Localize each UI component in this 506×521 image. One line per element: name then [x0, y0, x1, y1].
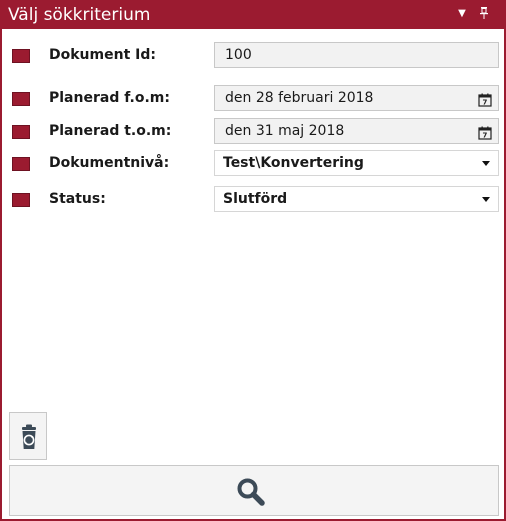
date-value: den 28 februari 2018 — [225, 90, 374, 106]
criterion-toggle[interactable] — [12, 125, 30, 139]
recycle-bin-icon — [22, 424, 36, 449]
criterion-row-document-id: Dokument Id: 100 — [2, 40, 504, 70]
svg-text:7: 7 — [483, 99, 488, 107]
criterion-label: Status: — [49, 191, 106, 207]
svg-text:7: 7 — [483, 132, 488, 140]
criterion-row-planned-from: Planerad f.o.m: den 28 februari 2018 7 — [2, 83, 504, 113]
search-button[interactable] — [9, 465, 499, 516]
chevron-down-icon[interactable]: ▼ — [455, 7, 469, 21]
criterion-toggle[interactable] — [12, 49, 30, 63]
pin-icon[interactable] — [477, 7, 491, 21]
criterion-label: Dokumentnivå: — [49, 155, 170, 171]
criterion-row-planned-to: Planerad t.o.m: den 31 maj 2018 7 — [2, 116, 504, 146]
chevron-down-icon — [482, 197, 490, 202]
criterion-toggle[interactable] — [12, 92, 30, 106]
document-id-input[interactable]: 100 — [214, 42, 499, 68]
planned-to-date-field[interactable]: den 31 maj 2018 7 — [214, 118, 499, 144]
calendar-icon[interactable]: 7 — [478, 91, 492, 107]
document-level-select[interactable]: Test\Konvertering — [214, 150, 499, 176]
search-icon — [237, 478, 265, 506]
calendar-icon[interactable]: 7 — [478, 124, 492, 140]
selected-value: Test\Konvertering — [223, 155, 364, 171]
criterion-row-status: Status: Slutförd — [2, 184, 504, 214]
criterion-label: Dokument Id: — [49, 47, 156, 63]
selected-value: Slutförd — [223, 191, 288, 207]
criterion-toggle[interactable] — [12, 193, 30, 207]
search-criteria-panel: Välj sökkriterium ▼ Dokument Id: 100 Pla… — [0, 0, 506, 521]
planned-from-date-field[interactable]: den 28 februari 2018 7 — [214, 85, 499, 111]
clear-criteria-button[interactable] — [9, 412, 47, 460]
panel-title: Välj sökkriterium — [8, 5, 151, 25]
status-select[interactable]: Slutförd — [214, 186, 499, 212]
chevron-down-icon — [482, 161, 490, 166]
criterion-toggle[interactable] — [12, 157, 30, 171]
panel-titlebar: Välj sökkriterium ▼ — [2, 2, 504, 29]
criterion-label: Planerad f.o.m: — [49, 90, 170, 106]
criterion-row-document-level: Dokumentnivå: Test\Konvertering — [2, 148, 504, 178]
criterion-label: Planerad t.o.m: — [49, 123, 172, 139]
date-value: den 31 maj 2018 — [225, 123, 345, 139]
